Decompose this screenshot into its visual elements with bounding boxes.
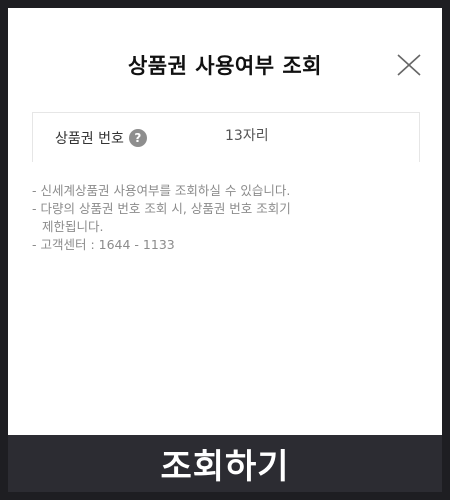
lookup-submit-button[interactable]: 조회하기 xyxy=(8,435,442,492)
notice-list: - 신세계상품권 사용여부를 조회하실 수 있습니다. - 다량의 상품권 번호… xyxy=(32,182,422,254)
gift-card-number-input[interactable] xyxy=(225,124,405,148)
close-icon xyxy=(397,54,421,76)
notice-item: - 고객센터 : 1644 - 1133 xyxy=(32,237,175,252)
notice-text-continued: 제한됩니다. xyxy=(42,219,104,234)
notice-item: - 다량의 상품권 번호 조회 시, 상품권 번호 조회기 제한됩니다. xyxy=(32,200,422,236)
page-background: 상품권 사용여부 조회 상품권 번호 ? - 신세계상품권 사용여부를 조회하실… xyxy=(0,0,450,500)
gift-card-number-field: 상품권 번호 ? xyxy=(32,112,420,162)
modal-title: 상품권 사용여부 조회 xyxy=(127,54,322,78)
help-icon[interactable]: ? xyxy=(128,129,147,147)
field-label-group: 상품권 번호 ? xyxy=(55,128,147,148)
gift-card-number-label: 상품권 번호 xyxy=(55,131,124,147)
close-button[interactable] xyxy=(394,50,424,80)
notice-item: - 신세계상품권 사용여부를 조회하실 수 있습니다. xyxy=(32,183,291,198)
gift-card-lookup-modal: 상품권 사용여부 조회 상품권 번호 ? - 신세계상품권 사용여부를 조회하실… xyxy=(8,8,442,435)
notice-text: - 다량의 상품권 번호 조회 시, 상품권 번호 조회기 xyxy=(32,201,291,216)
